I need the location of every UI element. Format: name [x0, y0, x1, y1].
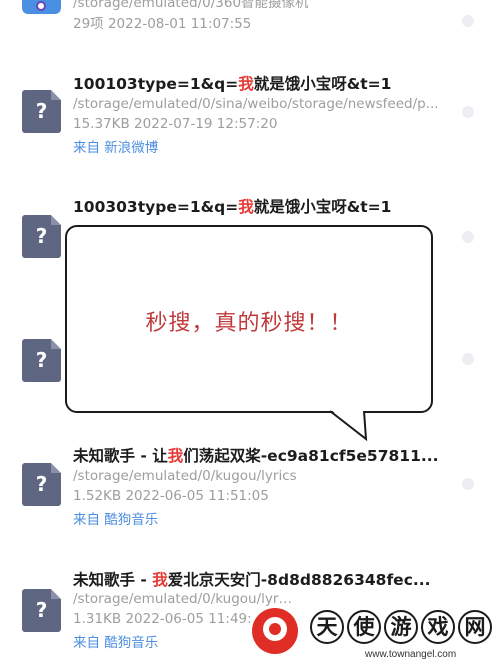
search-highlight: 我: [238, 198, 254, 216]
file-path: /storage/emulated/0/sina/weibo/storage/n…: [73, 96, 439, 112]
watermark-char: 网: [458, 610, 492, 644]
unknown-file-icon: ?: [22, 463, 61, 506]
search-highlight: 我: [238, 75, 254, 93]
file-source[interactable]: 来自 酷狗音乐: [73, 631, 158, 651]
file-path: /storage/emulated/0/kugou/lyrics: [73, 468, 297, 484]
unknown-file-icon: ?: [22, 215, 61, 258]
search-highlight: 我: [152, 571, 168, 589]
item-options-dot[interactable]: [462, 353, 474, 365]
item-path: /storage/emulated/0/360智能摄像机: [73, 0, 309, 11]
unknown-file-icon: ?: [22, 90, 61, 133]
speech-bubble: 秒搜，真的秒搜！！: [65, 225, 433, 413]
camera-app-icon: [22, 0, 61, 14]
file-source[interactable]: 来自 新浪微博: [73, 136, 158, 156]
item-meta: 29项 2022-08-01 11:07:55: [73, 16, 252, 32]
watermark-char: 游: [384, 610, 418, 644]
watermark-char: 戏: [421, 610, 455, 644]
file-title: 未知歌手 - 我爱北京天安门-8d8d8826348fec...: [73, 571, 431, 589]
item-options-dot[interactable]: [462, 231, 474, 243]
file-meta: 15.37KB 2022-07-19 12:57:20: [73, 116, 278, 132]
watermark-char: 使: [347, 610, 381, 644]
unknown-file-icon: ?: [22, 589, 61, 632]
watermark-char: 天: [310, 610, 344, 644]
speech-bubble-tail: [330, 409, 368, 441]
watermark-logo-icon: [252, 608, 298, 654]
item-options-dot[interactable]: [462, 478, 474, 490]
bubble-text: 秒搜，真的秒搜！！: [145, 311, 353, 336]
file-title: 未知歌手 - 让我们荡起双桨-ec9a81cf5e57811...: [73, 447, 439, 465]
file-title: 100303type=1&q=我就是饿小宝呀&t=1: [73, 198, 392, 216]
site-watermark: 天 使 游 戏 网 www.townangel.com: [250, 604, 500, 666]
watermark-url: www.townangel.com: [365, 649, 457, 660]
item-options-dot[interactable]: [462, 15, 474, 27]
file-source[interactable]: 来自 酷狗音乐: [73, 508, 158, 528]
watermark-name: 天 使 游 戏 网: [310, 610, 492, 644]
file-meta: 1.52KB 2022-06-05 11:51:05: [73, 488, 269, 504]
item-options-dot[interactable]: [462, 106, 474, 118]
file-title: 100103type=1&q=我就是饿小宝呀&t=1: [73, 75, 392, 93]
search-highlight: 我: [167, 447, 184, 465]
top-folder-item[interactable]: /storage/emulated/0/360智能摄像机 29项 2022-08…: [0, 0, 500, 40]
file-list-item[interactable]: ? 未知歌手 - 让我们荡起双桨-ec9a81cf5e57811... /sto…: [0, 442, 500, 532]
file-list-item[interactable]: ? 100103type=1&q=我就是饿小宝呀&t=1 /storage/em…: [0, 70, 500, 160]
unknown-file-icon: ?: [22, 339, 61, 382]
